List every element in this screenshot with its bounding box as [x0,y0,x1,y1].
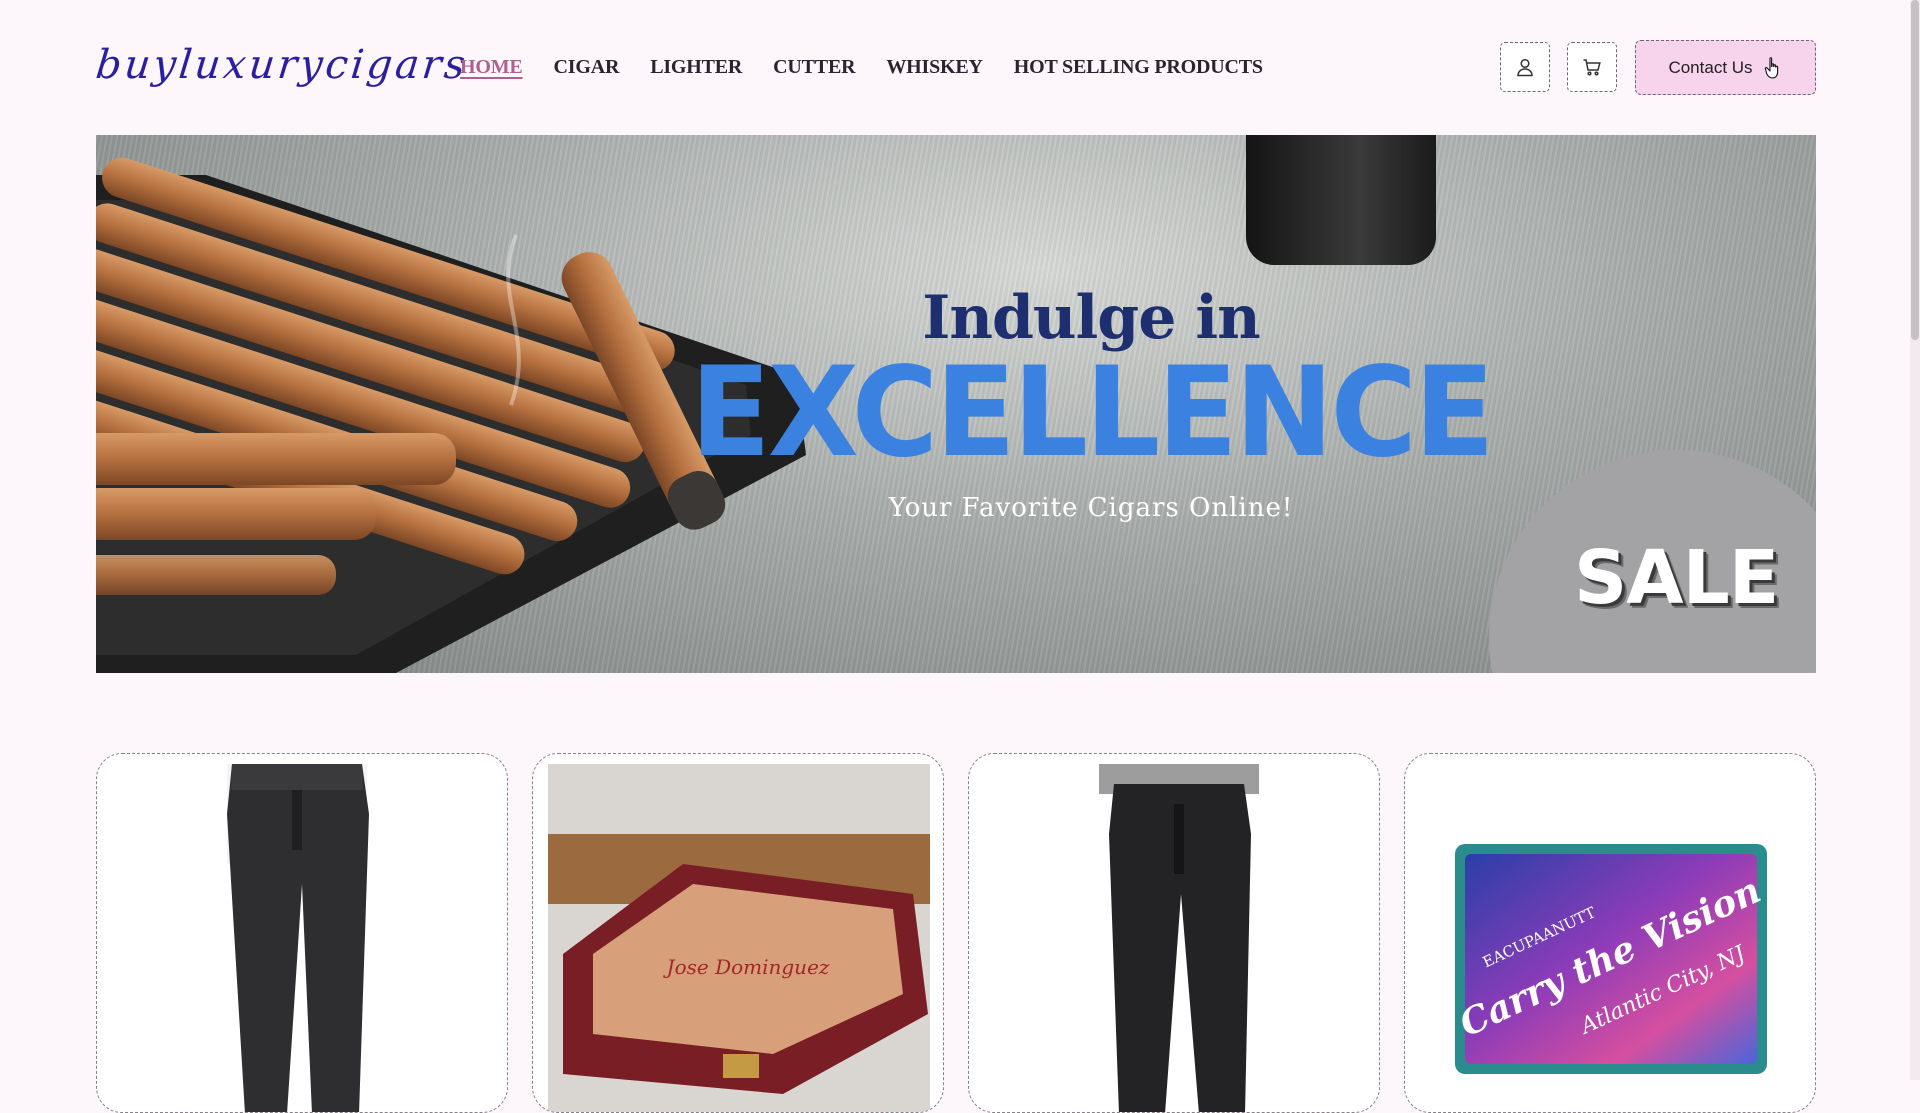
black-jeans-photo [1099,764,1259,1112]
contact-us-label: Contact Us [1668,57,1753,77]
product-card[interactable] [96,753,508,1113]
sale-badge-label: SALE [1574,535,1779,621]
nav-whiskey[interactable]: WHISKEY [886,56,983,79]
hero-banner[interactable]: Indulge in EXCELLENCE Your Favorite Ciga… [96,135,1816,673]
product-card[interactable]: Jose Dominguez [532,753,944,1113]
cart-button[interactable] [1567,42,1617,92]
main-nav: HOME CIGAR LIGHTER CUTTER WHISKEY HOT SE… [460,56,1263,79]
nav-cutter[interactable]: CUTTER [773,56,855,79]
hero-headline-line2: EXCELLENCE [690,339,1495,485]
nav-lighter[interactable]: LIGHTER [650,56,742,79]
pointer-hand-icon [1764,56,1778,79]
cart-icon [1583,59,1601,76]
product-card[interactable]: EACUPAANUTT Carry the Vision Atlantic Ci… [1404,753,1816,1113]
page-scrollbar[interactable] [1910,0,1920,1080]
humidor-brand-text: Jose Dominguez [663,955,830,979]
embroidered-patch-photo: EACUPAANUTT Carry the Vision Atlantic Ci… [1453,844,1767,1074]
product-card[interactable] [968,753,1380,1113]
black-jeans-photo [227,764,369,1112]
account-button[interactable] [1500,42,1550,92]
product-grid: Jose Dominguez EACUPAANUTT Carry the Vis… [96,753,1816,1113]
contact-us-button[interactable]: Contact Us [1635,40,1816,95]
wooden-humidor-box-photo: Jose Dominguez [548,764,930,1112]
scrollbar-thumb[interactable] [1911,0,1919,340]
user-icon [1517,58,1533,77]
whiskey-glass-photo [1246,135,1436,265]
nav-cigar[interactable]: CIGAR [554,56,620,79]
nav-home[interactable]: HOME [460,56,523,79]
site-logo[interactable]: buyluxurycigars [94,42,471,88]
nav-hot-selling-products[interactable]: HOT SELLING PRODUCTS [1014,56,1263,79]
